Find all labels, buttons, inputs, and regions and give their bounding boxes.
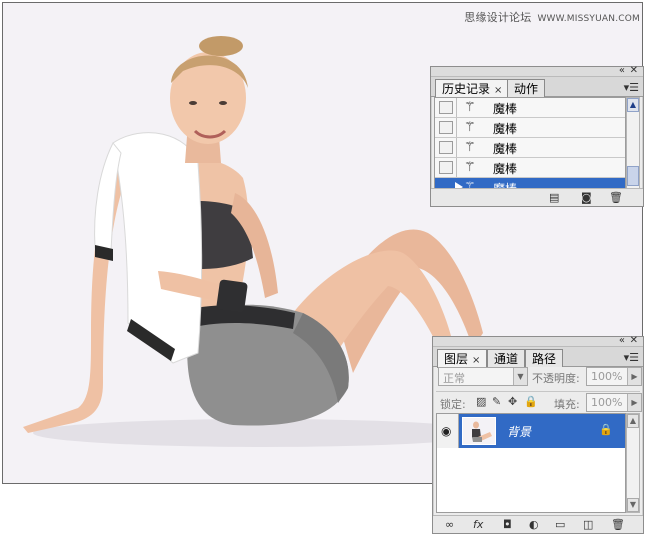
tab-channels-label: 通道 xyxy=(494,352,519,366)
tab-history-label: 历史记录 xyxy=(442,82,491,96)
fill-value: 100% xyxy=(591,396,623,409)
history-tabs: 历史记录 × 动作 ▾☰ xyxy=(431,77,643,98)
lock-transparent-icon[interactable]: ▨ xyxy=(476,395,486,408)
opacity-value: 100% xyxy=(591,370,623,383)
lock-row: 锁定: ▨ ✎ ✥ 🔒 填充: 100% ▶ xyxy=(436,391,642,413)
layers-tabs: 图层 × 通道 路径 ▾☰ xyxy=(433,347,643,368)
new-layer-icon[interactable]: ◫ xyxy=(583,518,593,531)
layer-row-background[interactable]: ◉ 背景 🔒 xyxy=(437,414,625,448)
layers-scrollbar[interactable]: ▲ ▼ xyxy=(626,413,640,513)
watermark-text: 思缘设计论坛 WWW.MISSYUAN.COM xyxy=(464,9,640,25)
chevron-right-icon[interactable]: ▶ xyxy=(627,368,641,385)
blend-row: 正常 ▼ 不透明度: 100% ▶ xyxy=(436,367,642,389)
history-item-label: 魔棒 xyxy=(493,142,518,156)
close-panel-icon[interactable]: ✕ xyxy=(630,335,638,346)
adjustment-icon[interactable]: ◐ xyxy=(529,518,539,531)
tab-channels[interactable]: 通道 xyxy=(487,349,526,367)
layers-panel: « ✕ 图层 × 通道 路径 ▾☰ 正常 ▼ 不透明度: 100% ▶ 锁定: … xyxy=(432,335,644,534)
scroll-down-icon[interactable]: ▼ xyxy=(627,498,639,512)
magic-wand-icon: ⚚ xyxy=(464,100,476,115)
fill-input[interactable]: 100% ▶ xyxy=(586,393,642,412)
tab-close-icon[interactable]: × xyxy=(494,85,502,96)
panel-menu-icon[interactable]: ▾☰ xyxy=(624,81,639,94)
history-footer: ▤ ◙ 🗑 xyxy=(431,188,643,206)
trash-icon[interactable]: 🗑 xyxy=(611,518,625,531)
collapse-icon[interactable]: « xyxy=(619,65,625,76)
chevron-down-icon[interactable]: ▼ xyxy=(513,368,527,385)
magic-wand-icon: ⚚ xyxy=(464,120,476,135)
history-item[interactable]: ⚚ 魔棒 xyxy=(435,158,625,178)
layer-name[interactable]: 背景 xyxy=(507,423,531,440)
blend-mode-select[interactable]: 正常 ▼ xyxy=(438,367,528,386)
magic-wand-icon: ⚚ xyxy=(464,140,476,155)
folder-icon[interactable]: ▭ xyxy=(555,518,565,531)
lock-icon: 🔒 xyxy=(599,423,613,436)
tab-layers[interactable]: 图层 × xyxy=(437,349,488,368)
mask-icon[interactable]: ◘ xyxy=(503,518,512,531)
lock-image-icon[interactable]: ✎ xyxy=(492,395,501,408)
tab-history[interactable]: 历史记录 × xyxy=(435,79,510,98)
panel-menu-icon[interactable]: ▾☰ xyxy=(624,351,639,364)
history-brush-checkbox[interactable] xyxy=(439,121,453,134)
close-panel-icon[interactable]: ✕ xyxy=(630,65,638,76)
magic-wand-icon: ⚚ xyxy=(464,160,476,175)
fill-label: 填充: xyxy=(554,398,580,411)
trash-icon[interactable]: 🗑 xyxy=(609,191,623,204)
collapse-icon[interactable]: « xyxy=(619,335,625,346)
photoshop-workspace: 思缘设计论坛 WWW.MISSYUAN.COM « ✕ 历史记录 × 动作 ▾☰ ⚚… xyxy=(0,0,648,538)
history-brush-checkbox[interactable] xyxy=(439,101,453,114)
history-item-label: 魔棒 xyxy=(493,102,518,116)
chevron-right-icon[interactable]: ▶ xyxy=(627,394,641,411)
layer-thumbnail xyxy=(462,417,496,445)
opacity-label: 不透明度: xyxy=(532,372,580,385)
tab-layers-label: 图层 xyxy=(444,352,469,366)
history-item[interactable]: ⚚ 魔棒 xyxy=(435,98,625,118)
link-icon[interactable]: ∞ xyxy=(445,518,454,531)
new-document-from-state-icon[interactable]: ▤ xyxy=(549,191,559,204)
history-brush-checkbox[interactable] xyxy=(439,141,453,154)
tab-close-icon[interactable]: × xyxy=(472,355,480,366)
blend-mode-value: 正常 xyxy=(443,372,465,385)
lock-label: 锁定: xyxy=(440,398,466,411)
eye-icon[interactable]: ◉ xyxy=(441,424,451,438)
layers-footer: ∞ fx ◘ ◐ ▭ ◫ 🗑 xyxy=(433,515,643,533)
lock-position-icon[interactable]: ✥ xyxy=(508,395,517,408)
fx-icon[interactable]: fx xyxy=(473,518,483,531)
tab-paths[interactable]: 路径 xyxy=(525,349,564,367)
camera-snapshot-icon[interactable]: ◙ xyxy=(581,191,592,204)
watermark-url: WWW.MISSYUAN.COM xyxy=(537,14,640,24)
tab-paths-label: 路径 xyxy=(532,352,557,366)
history-brush-checkbox[interactable] xyxy=(439,161,453,174)
lock-all-icon[interactable]: 🔒 xyxy=(524,395,538,408)
layer-list: ◉ 背景 🔒 xyxy=(436,413,626,513)
tab-actions-label: 动作 xyxy=(514,82,539,96)
opacity-input[interactable]: 100% ▶ xyxy=(586,367,642,386)
tab-actions[interactable]: 动作 xyxy=(507,79,546,97)
history-item-label: 魔棒 xyxy=(493,162,518,176)
visibility-toggle[interactable]: ◉ xyxy=(437,414,459,448)
history-panel: « ✕ 历史记录 × 动作 ▾☰ ⚚ 魔棒 ⚚ 魔棒 ⚚ 魔棒 ⚚ 魔棒 ▲ ▤… xyxy=(430,65,644,207)
scroll-up-icon[interactable]: ▲ xyxy=(627,414,639,428)
scroll-thumb[interactable] xyxy=(627,166,639,186)
panel-titlebar[interactable]: « ✕ xyxy=(431,65,643,77)
history-item[interactable]: ⚚ 魔棒 xyxy=(435,138,625,158)
history-item[interactable]: ⚚ 魔棒 xyxy=(435,118,625,138)
history-item-label: 魔棒 xyxy=(493,122,518,136)
watermark-site: 思缘设计论坛 xyxy=(464,11,532,24)
scroll-up-icon[interactable]: ▲ xyxy=(627,98,639,112)
panel-titlebar[interactable]: « ✕ xyxy=(433,335,643,347)
